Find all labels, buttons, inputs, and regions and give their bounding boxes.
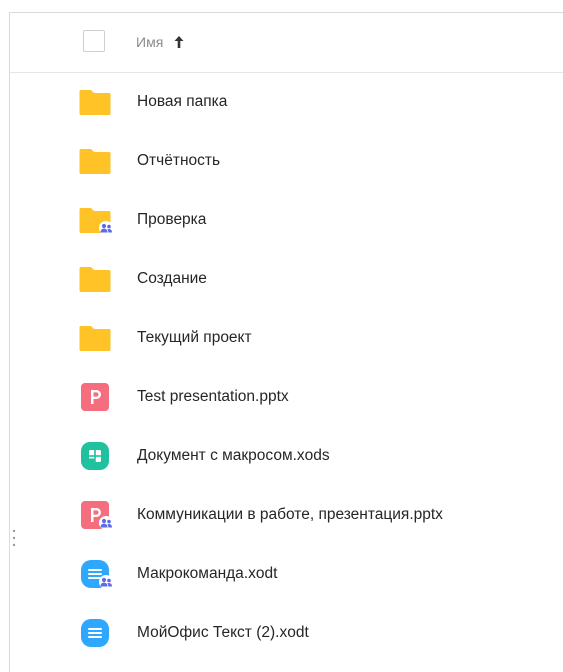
file-name: Test presentation.pptx (137, 388, 289, 405)
file-list-header: Имя (10, 13, 563, 73)
file-name: Отчётность (137, 152, 221, 169)
shared-badge (99, 516, 113, 530)
folder-icon (79, 326, 111, 351)
file-name: МойОфис Текст (2).xodt (137, 624, 309, 641)
shared-folder-icon (79, 208, 113, 235)
name-column-header[interactable]: Имя (136, 32, 185, 52)
text-document-icon (81, 619, 109, 647)
file-name: Новая папка (137, 93, 228, 110)
drag-handle-icon[interactable] (12, 529, 16, 547)
file-row[interactable]: Текущий проект (10, 309, 563, 368)
shared-badge (99, 575, 113, 589)
file-row[interactable]: Документ с макросом.xods (10, 427, 563, 486)
file-row[interactable]: МойОфис Текст (2).xodt (10, 604, 563, 663)
file-name: Проверка (137, 211, 207, 228)
file-row[interactable]: Макрокоманда.xodt (10, 545, 563, 604)
file-row[interactable]: Test presentation.pptx (10, 368, 563, 427)
file-row[interactable]: Проверка (10, 191, 563, 250)
file-name: Создание (137, 270, 207, 287)
file-name: Коммуникации в работе, презентация.pptx (137, 506, 443, 523)
name-column-label: Имя (136, 34, 164, 50)
folder-icon (79, 90, 111, 115)
file-name: Макрокоманда.xodt (137, 565, 278, 582)
sort-ascending-arrow-icon (174, 36, 184, 48)
file-name: Текущий проект (137, 329, 252, 346)
folder-icon (79, 267, 111, 292)
shared-text-document-icon (81, 560, 113, 589)
presentation-file-icon (81, 383, 109, 411)
file-row[interactable]: Новая папка (10, 73, 563, 132)
file-name: Документ с макросом.xods (137, 447, 330, 464)
file-row[interactable]: Коммуникации в работе, презентация.pptx (10, 486, 563, 545)
file-list: Новая папка Отчётность Проверка Создание Тек… (10, 73, 563, 663)
select-all-checkbox[interactable] (83, 30, 105, 52)
file-row[interactable]: Создание (10, 250, 563, 309)
folder-icon (79, 149, 111, 174)
spreadsheet-file-icon (81, 442, 109, 470)
shared-presentation-file-icon (81, 501, 113, 530)
shared-badge (99, 221, 113, 235)
file-row[interactable]: Отчётность (10, 132, 563, 191)
